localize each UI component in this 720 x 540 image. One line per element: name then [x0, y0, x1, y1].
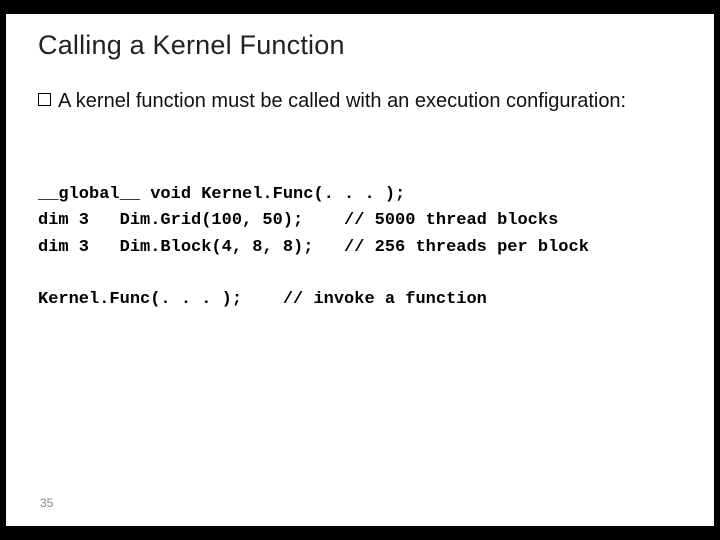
page-number: 35	[40, 496, 53, 510]
bullet-text: A kernel function must be called with an…	[58, 88, 626, 114]
square-bullet-icon	[38, 93, 51, 106]
slide-title: Calling a Kernel Function	[38, 30, 694, 61]
slide-body: A kernel function must be called with an…	[38, 88, 684, 114]
code-line: dim 3 Dim.Grid(100, 50); // 5000 thread …	[38, 211, 558, 230]
slide: Calling a Kernel Function A kernel funct…	[6, 14, 714, 526]
code-block: __global__ void Kernel.Func(. . . ); dim…	[38, 182, 694, 314]
bullet-item: A kernel function must be called with an…	[38, 88, 684, 114]
code-line: __global__ void Kernel.Func(. . . );	[38, 185, 405, 204]
code-line: Kernel.Func(. . . ); // invoke a functio…	[38, 290, 487, 309]
code-line: dim 3 Dim.Block(4, 8, 8); // 256 threads…	[38, 238, 589, 257]
